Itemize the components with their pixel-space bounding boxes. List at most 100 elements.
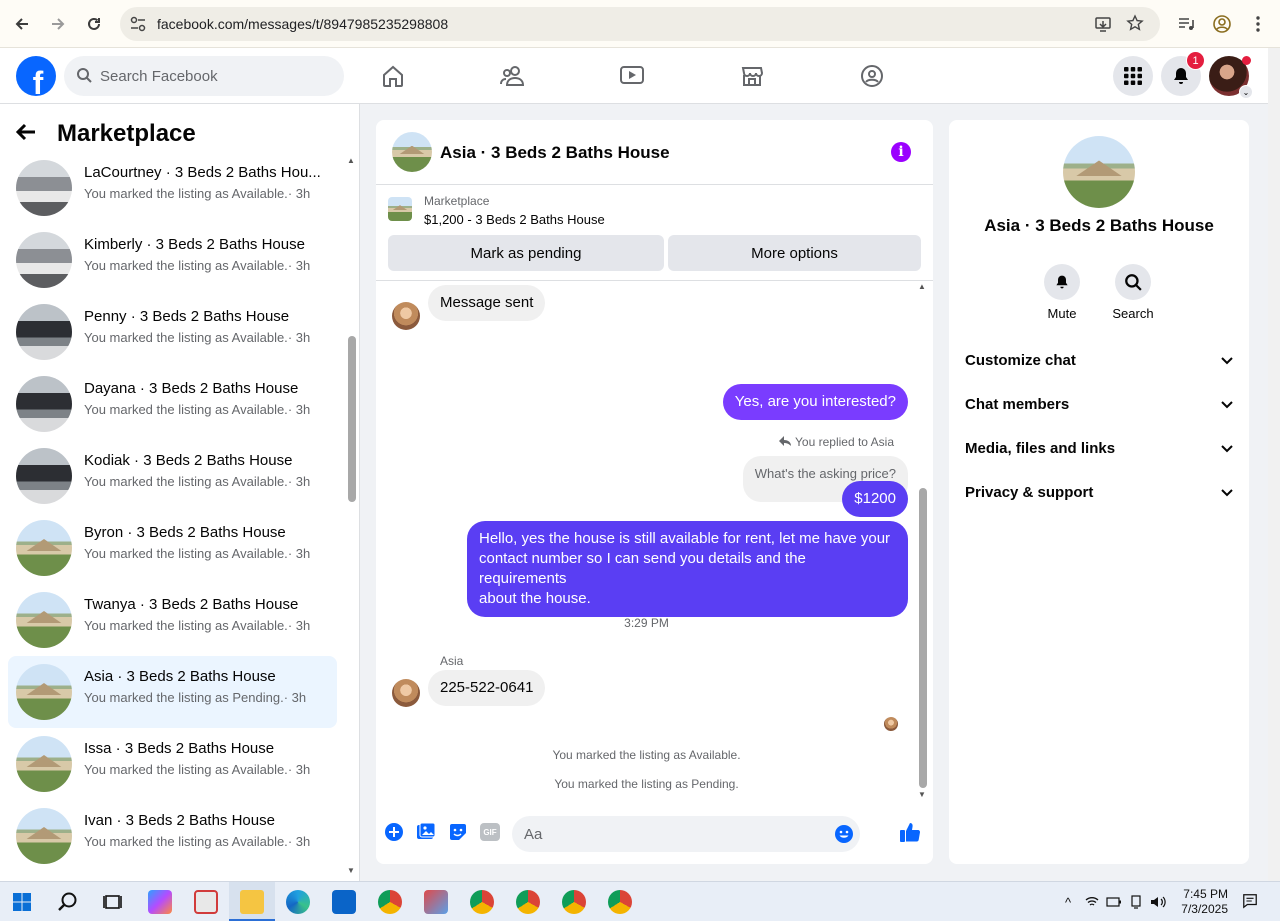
- photo-icon[interactable]: [414, 820, 438, 844]
- conversation-preview: You marked the listing as Available.· 3h: [84, 186, 311, 201]
- notification-center-icon[interactable]: [1242, 893, 1258, 909]
- edge-icon[interactable]: [286, 890, 310, 914]
- message-bubble-outgoing: Hello, yes the house is still available …: [467, 521, 908, 617]
- scroll-down-icon[interactable]: ▼: [918, 790, 926, 799]
- listing-thumbnail: [16, 736, 72, 792]
- thumbs-up-icon[interactable]: [898, 820, 922, 844]
- listing-avatar: [1063, 136, 1135, 208]
- message-input-box[interactable]: [512, 816, 860, 852]
- task-view-icon[interactable]: [101, 890, 125, 914]
- mute-button[interactable]: Mute: [1032, 264, 1092, 321]
- scroll-up-icon[interactable]: ▲: [918, 282, 926, 291]
- copilot-icon[interactable]: [148, 890, 172, 914]
- conversation-item[interactable]: LaCourtney · 3 Beds 2 Baths Hou... You m…: [8, 152, 337, 224]
- sticker-icon[interactable]: [446, 820, 470, 844]
- volume-icon[interactable]: [1150, 894, 1166, 910]
- device-icon[interactable]: [1128, 894, 1144, 910]
- emoji-icon[interactable]: [834, 824, 854, 849]
- listing-price-title[interactable]: $1,200 - 3 Beds 2 Baths House: [424, 212, 605, 227]
- info-icon[interactable]: i: [891, 142, 911, 162]
- conversation-list-panel: Marketplace LaCourtney · 3 Beds 2 Baths …: [0, 104, 360, 881]
- chat-members-section[interactable]: Chat members: [965, 386, 1233, 422]
- chrome-profile-icon[interactable]: [516, 890, 540, 914]
- listing-thumbnail: [16, 376, 72, 432]
- listing-thumbnail: [16, 232, 72, 288]
- menu-grid-icon[interactable]: [1113, 56, 1153, 96]
- conversation-item[interactable]: Issa · 3 Beds 2 Baths House You marked t…: [8, 728, 337, 800]
- listing-mini-thumbnail: [388, 197, 412, 221]
- scrollbar-thumb[interactable]: [919, 488, 927, 788]
- plus-icon[interactable]: [382, 820, 406, 844]
- back-arrow-icon[interactable]: [15, 120, 48, 148]
- outlook-icon[interactable]: [332, 890, 356, 914]
- marketplace-tab-icon[interactable]: [732, 56, 772, 96]
- conversation-name: Dayana · 3 Beds 2 Baths House: [84, 380, 299, 397]
- chat-scrollbar[interactable]: ▲ ▼: [917, 282, 929, 804]
- chevron-down-icon: ⌄: [1239, 85, 1253, 99]
- install-app-icon[interactable]: [1094, 15, 1112, 38]
- back-icon[interactable]: [10, 12, 34, 36]
- page-scrollbar[interactable]: [1268, 48, 1280, 881]
- battery-icon[interactable]: [1106, 894, 1122, 910]
- conversation-item[interactable]: Byron · 3 Beds 2 Baths House You marked …: [8, 512, 337, 584]
- facebook-header: f: [0, 48, 1268, 104]
- media-control-icon[interactable]: [1174, 12, 1198, 36]
- reload-icon[interactable]: [82, 12, 106, 36]
- chat-listing-avatar[interactable]: [392, 132, 432, 172]
- conversation-item[interactable]: Dayana · 3 Beds 2 Baths House You marked…: [8, 368, 337, 440]
- facebook-logo[interactable]: f: [16, 56, 56, 96]
- taskbar-search-icon[interactable]: [56, 890, 80, 914]
- gif-icon[interactable]: GIF: [478, 820, 502, 844]
- tray-overflow-icon[interactable]: ^: [1060, 894, 1076, 910]
- chat-panel: Asia · 3 Beds 2 Baths House i Marketplac…: [376, 120, 933, 864]
- seen-receipt-avatar: [884, 717, 898, 731]
- scroll-up-icon[interactable]: ▲: [347, 156, 355, 165]
- file-explorer-icon[interactable]: [240, 890, 264, 914]
- windows-start-icon[interactable]: [10, 890, 34, 914]
- address-bar[interactable]: facebook.com/messages/t/8947985235298808: [120, 7, 1160, 41]
- system-clock[interactable]: 7:45 PM 7/3/2025: [1172, 887, 1228, 917]
- store-icon[interactable]: [194, 890, 218, 914]
- chrome-icon[interactable]: [378, 890, 402, 914]
- browser-menu-icon[interactable]: [1246, 12, 1270, 36]
- conversation-name: Kimberly · 3 Beds 2 Baths House: [84, 236, 305, 253]
- conversation-list-scrollbar[interactable]: ▲ ▼: [346, 154, 358, 875]
- sender-avatar: [392, 302, 420, 330]
- profile-avatar[interactable]: ⌄: [1209, 56, 1253, 99]
- paint-icon[interactable]: [424, 890, 448, 914]
- chevron-down-icon: [1221, 396, 1233, 413]
- groups-tab-icon[interactable]: [852, 56, 892, 96]
- media-files-links-section[interactable]: Media, files and links: [965, 430, 1233, 466]
- conversation-item[interactable]: Ivan · 3 Beds 2 Baths House You marked t…: [8, 800, 337, 872]
- conversation-item[interactable]: Kodiak · 3 Beds 2 Baths House You marked…: [8, 440, 337, 512]
- privacy-support-section[interactable]: Privacy & support: [965, 474, 1233, 510]
- listing-thumbnail: [16, 808, 72, 864]
- scrollbar-thumb[interactable]: [348, 336, 356, 502]
- conversation-item[interactable]: Kimberly · 3 Beds 2 Baths House You mark…: [8, 224, 337, 296]
- conversation-preview: You marked the listing as Available.· 3h: [84, 474, 311, 489]
- customize-chat-section[interactable]: Customize chat: [965, 342, 1233, 378]
- search-input[interactable]: [100, 56, 330, 96]
- conversation-item-active[interactable]: Asia · 3 Beds 2 Baths House You marked t…: [8, 656, 337, 728]
- listing-thumbnail: [16, 664, 72, 720]
- bookmark-star-icon[interactable]: [1126, 14, 1144, 37]
- chrome-profile-icon[interactable]: [608, 890, 632, 914]
- more-options-button[interactable]: More options: [668, 235, 921, 271]
- search-conversation-button[interactable]: Search: [1103, 264, 1163, 321]
- scroll-down-icon[interactable]: ▼: [347, 866, 355, 875]
- mark-as-pending-button[interactable]: Mark as pending: [388, 235, 664, 271]
- chat-title[interactable]: Asia · 3 Beds 2 Baths House: [440, 143, 670, 163]
- conversation-item[interactable]: Twanya · 3 Beds 2 Baths House You marked…: [8, 584, 337, 656]
- wifi-icon[interactable]: [1084, 894, 1100, 910]
- home-tab-icon[interactable]: [373, 56, 413, 96]
- site-info-icon[interactable]: [129, 15, 147, 33]
- account-icon[interactable]: [1210, 12, 1234, 36]
- facebook-search[interactable]: [64, 56, 344, 96]
- chrome-profile-icon[interactable]: [470, 890, 494, 914]
- friends-tab-icon[interactable]: [493, 56, 533, 96]
- forward-icon[interactable]: [46, 12, 70, 36]
- chrome-profile-icon[interactable]: [562, 890, 586, 914]
- message-input[interactable]: [524, 816, 814, 852]
- video-tab-icon[interactable]: [612, 56, 652, 96]
- conversation-item[interactable]: Penny · 3 Beds 2 Baths House You marked …: [8, 296, 337, 368]
